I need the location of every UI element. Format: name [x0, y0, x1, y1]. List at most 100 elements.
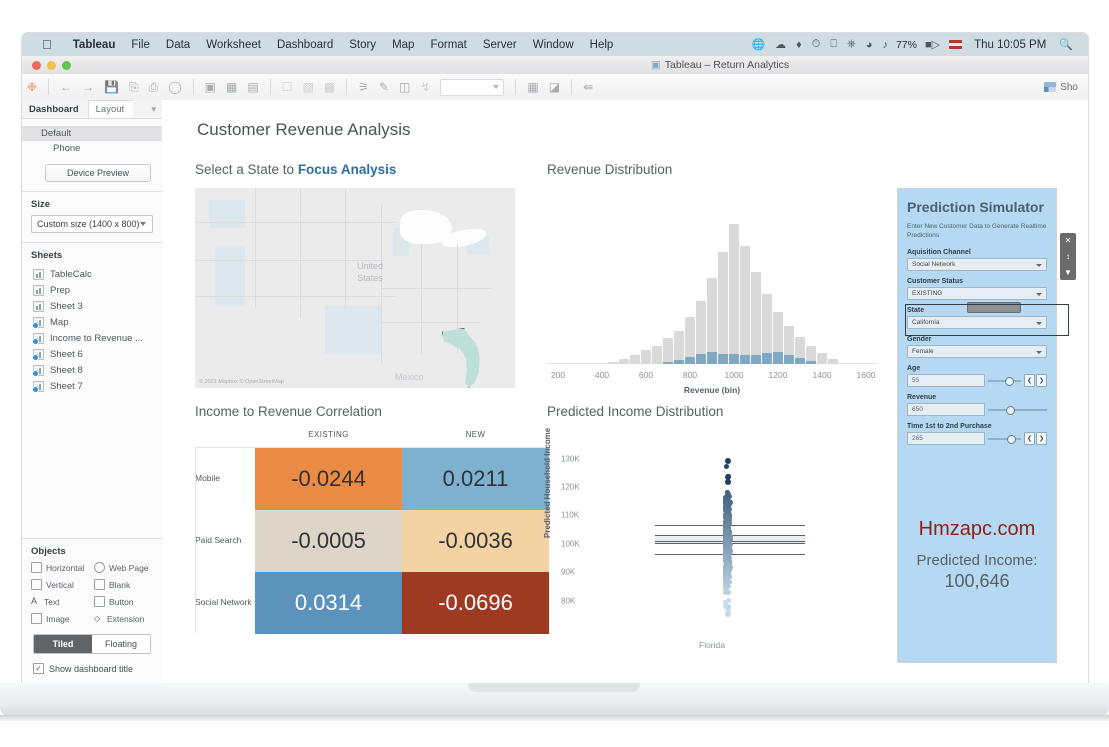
sheet-item[interactable]: TableCalc — [31, 266, 153, 282]
object-extension[interactable]: ◇ Extension — [94, 613, 153, 624]
menu-item-server[interactable]: Server — [475, 39, 525, 51]
share-icon[interactable]: ⇚ — [578, 81, 598, 93]
state-shade-tx[interactable] — [325, 306, 381, 354]
state-dropdown[interactable]: California — [907, 316, 1047, 329]
layout-mode-floating[interactable]: Floating — [92, 635, 150, 653]
device-preview-button[interactable]: Device Preview — [45, 164, 151, 182]
save-icon[interactable]: 💾 — [99, 81, 124, 93]
show-me-button[interactable]: Sho — [1044, 82, 1088, 93]
menu-item-window[interactable]: Window — [525, 39, 582, 51]
state-shade-wa[interactable] — [209, 200, 245, 228]
wifi-icon[interactable]: ◕ — [861, 39, 878, 51]
search-icon[interactable]: 🔍 — [1054, 38, 1078, 51]
heatmap-cell[interactable]: 0.0314 — [255, 572, 402, 634]
fit-icon[interactable]: ◫ — [394, 81, 415, 93]
object-text[interactable]: A Text — [31, 596, 90, 607]
object-horizontal[interactable]: Horizontal — [31, 562, 90, 573]
menu-item-tableau[interactable]: Tableau — [65, 39, 124, 51]
timemachine-icon[interactable]: ⏱ — [807, 38, 826, 51]
object-web-page[interactable]: Web Page — [94, 562, 153, 573]
new-worksheet-icon[interactable]: ▣ — [200, 81, 221, 93]
object-vertical[interactable]: Vertical — [31, 579, 90, 590]
layout-mode-tiled[interactable]: Tiled — [34, 635, 92, 653]
time-purchase-input[interactable]: 265 — [907, 432, 985, 445]
object-blank[interactable]: Blank — [94, 579, 153, 590]
menu-item-help[interactable]: Help — [582, 39, 622, 51]
device-preview-icon[interactable]: ◪ — [544, 81, 565, 93]
battery-icon[interactable]: ■▷ — [920, 38, 945, 51]
state-selection-map[interactable]: United States Mexico © 2021 Mapbox © Ope… — [195, 188, 515, 388]
sheet-item[interactable]: Sheet 7 — [31, 378, 153, 394]
add-data-source-icon[interactable]: ⎘ — [124, 81, 144, 93]
back-icon[interactable]: ← — [55, 81, 77, 93]
menu-item-worksheet[interactable]: Worksheet — [198, 39, 269, 51]
sheet-item[interactable]: Sheet 3 — [31, 298, 153, 314]
customer-status-dropdown[interactable]: EXISTING — [907, 287, 1047, 300]
time-purchase-slider[interactable] — [988, 433, 1021, 444]
object-button[interactable]: Button — [94, 596, 153, 607]
fit-select[interactable] — [440, 78, 505, 96]
clear-sheet-icon[interactable]: ▧ — [297, 81, 318, 93]
gender-dropdown[interactable]: Female — [907, 345, 1047, 358]
heatmap-cell[interactable]: 0.0211 — [402, 448, 549, 510]
pin-icon[interactable]: ▾ — [151, 104, 162, 118]
heatmap-cell[interactable]: -0.0244 — [255, 448, 402, 510]
duplicate-icon[interactable]: ☐ — [277, 81, 298, 93]
apple-icon[interactable]:  — [42, 38, 52, 51]
sheet-item[interactable]: Prep — [31, 282, 153, 298]
forward-icon[interactable]: → — [77, 81, 99, 93]
menu-item-file[interactable]: File — [123, 39, 158, 51]
revenue-distribution-histogram[interactable]: 200 400 600 800 1000 1200 1400 1600 Revenue (bi… — [547, 188, 877, 395]
airplay-icon[interactable]: ⎕ — [825, 38, 842, 51]
slider-knob[interactable] — [1005, 377, 1015, 386]
state-shade-ca[interactable] — [215, 246, 245, 306]
heatmap-cell[interactable]: -0.0696 — [402, 572, 549, 634]
acquisition-channel-dropdown[interactable]: Social Network — [907, 258, 1047, 271]
income-revenue-correlation-heatmap[interactable]: EXISTING NEW Mobile Paid Search Social Netw… — [195, 430, 550, 652]
presentation-icon[interactable]: ▦ — [522, 81, 543, 93]
object-image[interactable]: Image — [31, 613, 90, 624]
stepper-increment[interactable]: ❯ — [1036, 432, 1047, 445]
move-icon[interactable]: ↕ — [1066, 252, 1070, 261]
close-icon[interactable]: ✕ — [1065, 236, 1072, 245]
more-icon[interactable]: ▼ — [1064, 268, 1072, 277]
heatmap-cell[interactable]: -0.0005 — [255, 510, 402, 572]
stepper-increment[interactable]: ❯ — [1036, 374, 1047, 387]
stepper-decrement[interactable]: ❮ — [1024, 432, 1035, 445]
slider-knob[interactable] — [1007, 435, 1017, 444]
revenue-input[interactable]: 650 — [907, 403, 985, 416]
dropbox-icon[interactable]: ♦ — [791, 39, 807, 51]
sheet-item[interactable]: Map — [31, 314, 153, 330]
show-dashboard-title-row[interactable]: ✓ Show dashboard title — [33, 663, 151, 674]
menu-item-data[interactable]: Data — [158, 39, 198, 51]
menu-item-dashboard[interactable]: Dashboard — [269, 39, 341, 51]
format-icon[interactable]: ✎ — [374, 81, 394, 93]
flag-icon[interactable] — [949, 40, 963, 49]
predicted-income-distribution-scatter[interactable]: Predicted Household Income 130K 120K 110K 1… — [543, 428, 877, 652]
device-option-default[interactable]: Default — [22, 126, 162, 141]
new-dashboard-icon[interactable]: ▦ — [221, 81, 242, 93]
highlight-icon[interactable]: ⚞ — [353, 81, 374, 93]
cloud-icon[interactable]: ☁ — [770, 38, 791, 51]
size-select[interactable]: Custom size (1400 x 800) — [31, 215, 153, 233]
sort-icon[interactable]: ▩ — [319, 81, 340, 93]
sheet-item[interactable]: Income to Revenue ... — [31, 330, 153, 346]
menu-item-format[interactable]: Format — [422, 39, 474, 51]
menu-item-map[interactable]: Map — [384, 39, 422, 51]
globe-icon[interactable]: 🌐 — [746, 38, 770, 51]
tableau-logo-icon[interactable]: ❉ — [22, 81, 42, 93]
device-option-phone[interactable]: Phone — [31, 141, 153, 156]
age-slider[interactable] — [988, 375, 1021, 386]
sheet-item[interactable]: Sheet 6 — [31, 346, 153, 362]
revenue-slider[interactable] — [988, 404, 1047, 415]
age-input[interactable]: 55 — [907, 374, 985, 387]
bluetooth-icon[interactable]: ⎈ — [842, 38, 861, 51]
tab-dashboard[interactable]: Dashboard — [22, 101, 88, 118]
stepper-decrement[interactable]: ❮ — [1024, 374, 1035, 387]
refresh-data-icon[interactable]: ⎙ — [144, 81, 164, 93]
volume-icon[interactable]: ♪ — [877, 39, 893, 51]
heatmap-cell[interactable]: -0.0036 — [402, 510, 549, 572]
menu-item-story[interactable]: Story — [341, 39, 384, 51]
fix-axes-icon[interactable]: ↯ — [415, 81, 435, 93]
tab-layout[interactable]: Layout — [87, 100, 134, 118]
